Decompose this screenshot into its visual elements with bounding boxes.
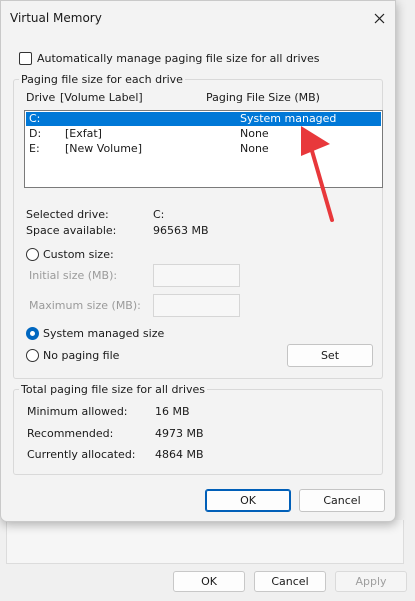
system-managed-label: System managed size: [43, 327, 165, 340]
selected-drive-label: Selected drive:: [26, 208, 109, 221]
custom-size-label: Custom size:: [43, 248, 114, 261]
no-paging-label: No paging file: [43, 349, 120, 362]
cancel-button[interactable]: Cancel: [299, 489, 385, 512]
header-volume-label: [Volume Label]: [60, 91, 143, 104]
drive-letter: D:: [29, 127, 42, 140]
close-icon[interactable]: [367, 7, 391, 29]
auto-manage-checkbox[interactable]: [19, 52, 32, 65]
drive-label: [New Volume]: [65, 142, 142, 155]
no-paging-radio[interactable]: [26, 349, 39, 362]
drive-label: [Exfat]: [65, 127, 102, 140]
background-panel: [6, 520, 404, 564]
drive-letter: C:: [29, 112, 41, 125]
annotation-arrow-icon: [301, 126, 334, 222]
total-group-title: Total paging file size for all drives: [21, 383, 206, 396]
minimum-allowed-label: Minimum allowed:: [27, 405, 128, 418]
paging-group-title: Paging file size for each drive: [21, 73, 183, 86]
currently-allocated-label: Currently allocated:: [27, 448, 136, 461]
currently-allocated-value: 4864 MB: [155, 448, 204, 461]
drive-paging-size: None: [240, 142, 269, 155]
custom-size-radio[interactable]: [26, 248, 39, 261]
drive-letter: E:: [29, 142, 40, 155]
set-button[interactable]: Set: [287, 344, 373, 367]
drive-paging-size: None: [240, 127, 269, 140]
title-bar[interactable]: Virtual Memory: [1, 1, 395, 35]
space-available-value: 96563 MB: [153, 224, 209, 237]
virtual-memory-dialog: Virtual Memory Automatically manage pagi…: [0, 0, 396, 522]
background-cancel-button[interactable]: Cancel: [254, 571, 326, 592]
system-managed-radio-row[interactable]: System managed size: [26, 327, 164, 340]
auto-manage-label: Automatically manage paging file size fo…: [37, 52, 320, 65]
maximum-size-input[interactable]: [153, 294, 240, 317]
header-drive: Drive: [26, 91, 56, 104]
auto-manage-checkbox-row[interactable]: Automatically manage paging file size fo…: [19, 52, 320, 65]
recommended-value: 4973 MB: [155, 427, 204, 440]
custom-size-radio-row[interactable]: Custom size:: [26, 248, 114, 261]
system-managed-radio[interactable]: [26, 327, 39, 340]
drive-list-header: Drive [Volume Label] Paging File Size (M…: [25, 91, 385, 107]
maximum-size-label: Maximum size (MB):: [29, 299, 141, 312]
initial-size-input[interactable]: [153, 264, 240, 287]
space-available-label: Space available:: [26, 224, 117, 237]
background-ok-button[interactable]: OK: [173, 571, 245, 592]
selected-drive-value: C:: [153, 208, 165, 221]
ok-button[interactable]: OK: [205, 489, 291, 512]
no-paging-radio-row[interactable]: No paging file: [26, 349, 119, 362]
initial-size-label: Initial size (MB):: [29, 269, 118, 282]
recommended-label: Recommended:: [27, 427, 114, 440]
header-paging-size: Paging File Size (MB): [206, 91, 320, 104]
background-apply-button[interactable]: Apply: [335, 571, 407, 592]
dialog-title: Virtual Memory: [10, 11, 102, 25]
minimum-allowed-value: 16 MB: [155, 405, 190, 418]
